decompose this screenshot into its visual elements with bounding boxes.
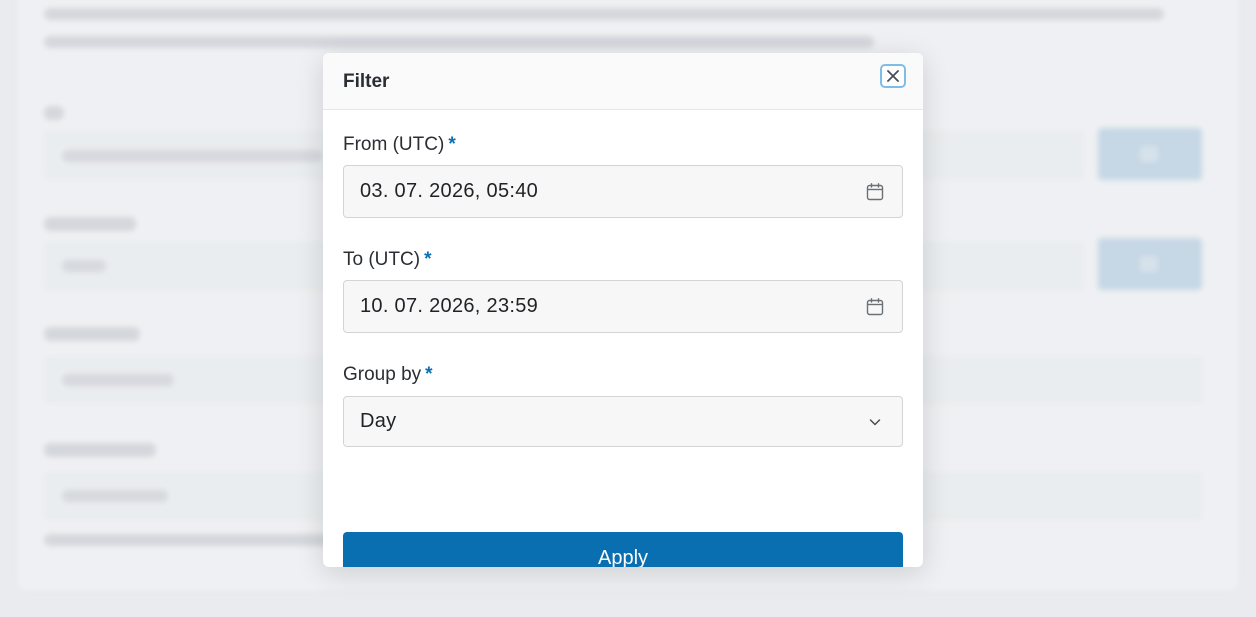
apply-button[interactable]: Apply bbox=[343, 532, 903, 567]
required-marker: * bbox=[425, 364, 433, 385]
group-by-value: Day bbox=[360, 410, 397, 432]
group-by-select[interactable]: Day bbox=[343, 396, 903, 447]
required-marker: * bbox=[448, 134, 456, 155]
to-label-text: To (UTC) bbox=[343, 249, 421, 270]
chevron-down-icon bbox=[864, 411, 886, 433]
from-label-text: From (UTC) bbox=[343, 134, 445, 155]
calendar-icon[interactable] bbox=[864, 181, 886, 203]
from-datetime-value: 03. 07. 2026, 05:40 bbox=[360, 180, 539, 202]
filter-dialog: Filter From (UTC)* 03. 07. 2026, 05:40 bbox=[323, 53, 923, 567]
to-label: To (UTC) * bbox=[343, 249, 431, 271]
close-button[interactable] bbox=[880, 64, 906, 88]
close-icon bbox=[882, 65, 904, 87]
from-label: From (UTC) * bbox=[343, 134, 456, 156]
from-datetime-input[interactable]: 03. 07. 2026, 05:40 bbox=[343, 165, 903, 218]
group-by-label-text: Group by bbox=[343, 364, 422, 385]
group-by-label: Group by * bbox=[343, 364, 433, 386]
to-datetime-input[interactable]: 10. 07. 2026, 23:59 bbox=[343, 280, 903, 333]
dialog-header: Filter bbox=[323, 53, 923, 110]
dialog-title: Filter bbox=[343, 71, 390, 92]
required-marker: * bbox=[424, 249, 432, 270]
to-datetime-value: 10. 07. 2026, 23:59 bbox=[360, 295, 539, 317]
calendar-icon[interactable] bbox=[864, 296, 886, 318]
